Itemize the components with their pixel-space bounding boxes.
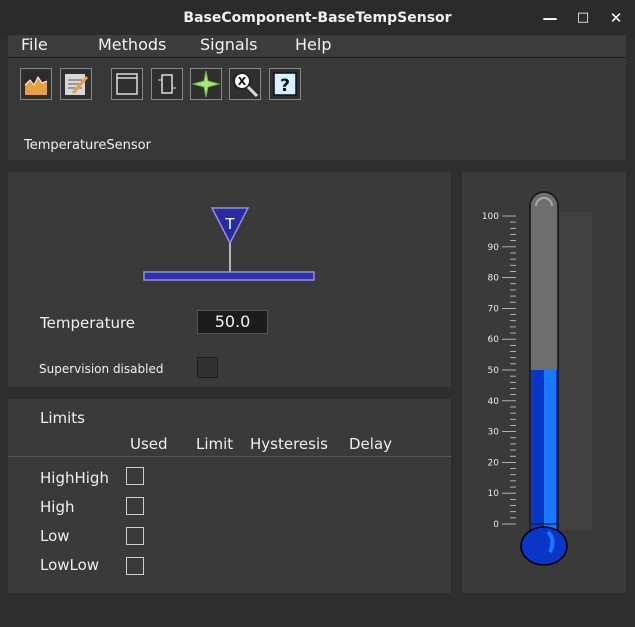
graph-button[interactable] — [190, 68, 222, 100]
scale-tick-label: 60 — [488, 335, 500, 345]
help-glyph: ? — [280, 76, 290, 96]
header-limit: Limit — [196, 435, 234, 453]
toolbar-panel: X ? TemperatureSensor — [8, 58, 626, 160]
limit-used-highhigh-checkbox[interactable] — [126, 467, 144, 485]
thermometer-bulb — [520, 526, 568, 566]
sensor-symbol[interactable]: T — [140, 205, 320, 285]
temperature-value: 50.0 — [197, 310, 268, 334]
sensor-letter: T — [224, 215, 235, 233]
thermometer: 1009080706050403020100 — [482, 191, 592, 566]
scale-tick-label: 50 — [488, 366, 500, 376]
scale-tick-label: 20 — [488, 458, 500, 468]
window-button[interactable] — [111, 68, 143, 100]
limit-label-high: High — [40, 498, 75, 516]
title-bar: BaseComponent-BaseTempSensor — □ ✕ — [0, 0, 635, 36]
help-icon: ? — [273, 72, 297, 96]
limit-label-highhigh: HighHigh — [40, 469, 109, 487]
menu-bar: File Methods Signals Help — [8, 35, 626, 58]
scale-tick-label: 100 — [482, 212, 499, 222]
thermometer-mercury-highlight — [544, 370, 556, 530]
scale-tick-label: 70 — [488, 304, 500, 314]
scale-tick-label: 10 — [488, 489, 500, 499]
scale-tick-label: 80 — [488, 274, 500, 284]
minimize-button[interactable]: — — [541, 9, 559, 27]
limits-separator — [8, 456, 451, 457]
close-button[interactable]: ✕ — [607, 9, 625, 27]
window-icon — [116, 73, 138, 95]
limit-used-low-checkbox[interactable] — [126, 527, 144, 545]
star-icon — [192, 70, 220, 98]
menu-signals[interactable]: Signals — [200, 35, 257, 55]
scale-tick-label: 30 — [488, 428, 500, 438]
temperature-label: Temperature — [40, 314, 136, 332]
supervision-label: Supervision disabled — [39, 362, 164, 376]
scale-tick-label: 0 — [493, 520, 499, 530]
menu-help[interactable]: Help — [295, 35, 331, 55]
crossref-icon: X — [233, 72, 259, 98]
menu-file[interactable]: File — [21, 35, 48, 55]
object-name: TemperatureSensor — [24, 138, 151, 153]
maximize-button[interactable]: □ — [574, 9, 592, 27]
menu-methods[interactable]: Methods — [98, 35, 166, 55]
trend-icon — [24, 72, 48, 96]
header-used: Used — [130, 435, 168, 453]
scale-tick-label: 40 — [488, 397, 500, 407]
crossref-button[interactable]: X — [229, 68, 261, 100]
object-button[interactable] — [151, 68, 183, 100]
limit-label-low: Low — [40, 527, 70, 545]
limits-title: Limits — [40, 409, 85, 427]
help-button[interactable]: ? — [269, 68, 301, 100]
limit-label-lowlow: LowLow — [40, 556, 100, 574]
header-hysteresis: Hysteresis — [250, 435, 328, 453]
object-icon — [158, 74, 176, 94]
notes-button[interactable] — [60, 68, 92, 100]
limit-used-high-checkbox[interactable] — [126, 497, 144, 515]
header-delay: Delay — [349, 435, 393, 453]
trend-button[interactable] — [20, 68, 52, 100]
notes-icon — [65, 74, 89, 95]
supervision-checkbox[interactable] — [197, 357, 218, 378]
crossref-glyph: X — [238, 75, 247, 88]
limit-used-lowlow-checkbox[interactable] — [126, 557, 144, 575]
window-title: BaseComponent-BaseTempSensor — [183, 10, 452, 26]
scale-tick-label: 90 — [488, 243, 500, 253]
